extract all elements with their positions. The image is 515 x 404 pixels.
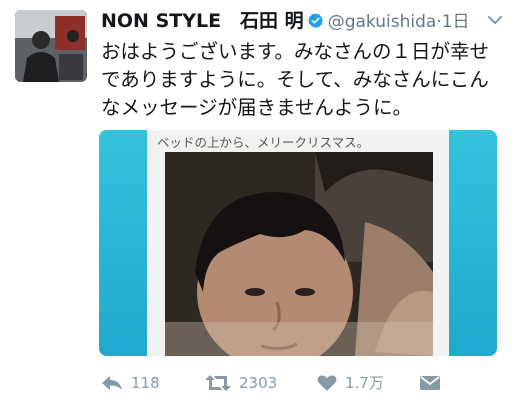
direct-message-button[interactable] [419,368,441,398]
verified-badge-icon [307,13,323,28]
retweet-count: 2303 [239,374,278,392]
direct-message-icon [420,376,440,390]
timestamp[interactable]: 1日 [442,12,470,32]
retweet-icon [205,375,231,391]
tweet-header: NON STYLE 石田 明 @gakuishida·1日 [101,6,505,36]
media-border-right [449,130,497,356]
tweet-text: おはようございます。みなさんの１日が幸せでありますように。そして、みなさんにこん… [101,40,490,119]
media-border-left [99,130,147,356]
like-button[interactable]: 1.7万 [317,368,384,398]
retweet-button[interactable]: 2303 [205,368,277,398]
media-image[interactable]: ベッドの上から、メリークリスマス。 [99,130,497,356]
reply-button[interactable]: 118 [101,368,160,398]
like-count: 1.7万 [345,374,384,392]
heart-icon [317,375,337,391]
media-photo [165,152,433,356]
reply-count: 118 [131,374,160,392]
display-name[interactable]: NON STYLE 石田 明 [101,10,304,32]
tweet-actions: 118 2303 1.7万 [101,368,495,398]
user-handle[interactable]: @gakuishida [328,12,437,32]
avatar[interactable] [15,10,87,82]
reply-icon [102,376,122,390]
chevron-down-icon[interactable] [487,14,503,26]
media-caption: ベッドの上から、メリークリスマス。 [157,135,370,150]
